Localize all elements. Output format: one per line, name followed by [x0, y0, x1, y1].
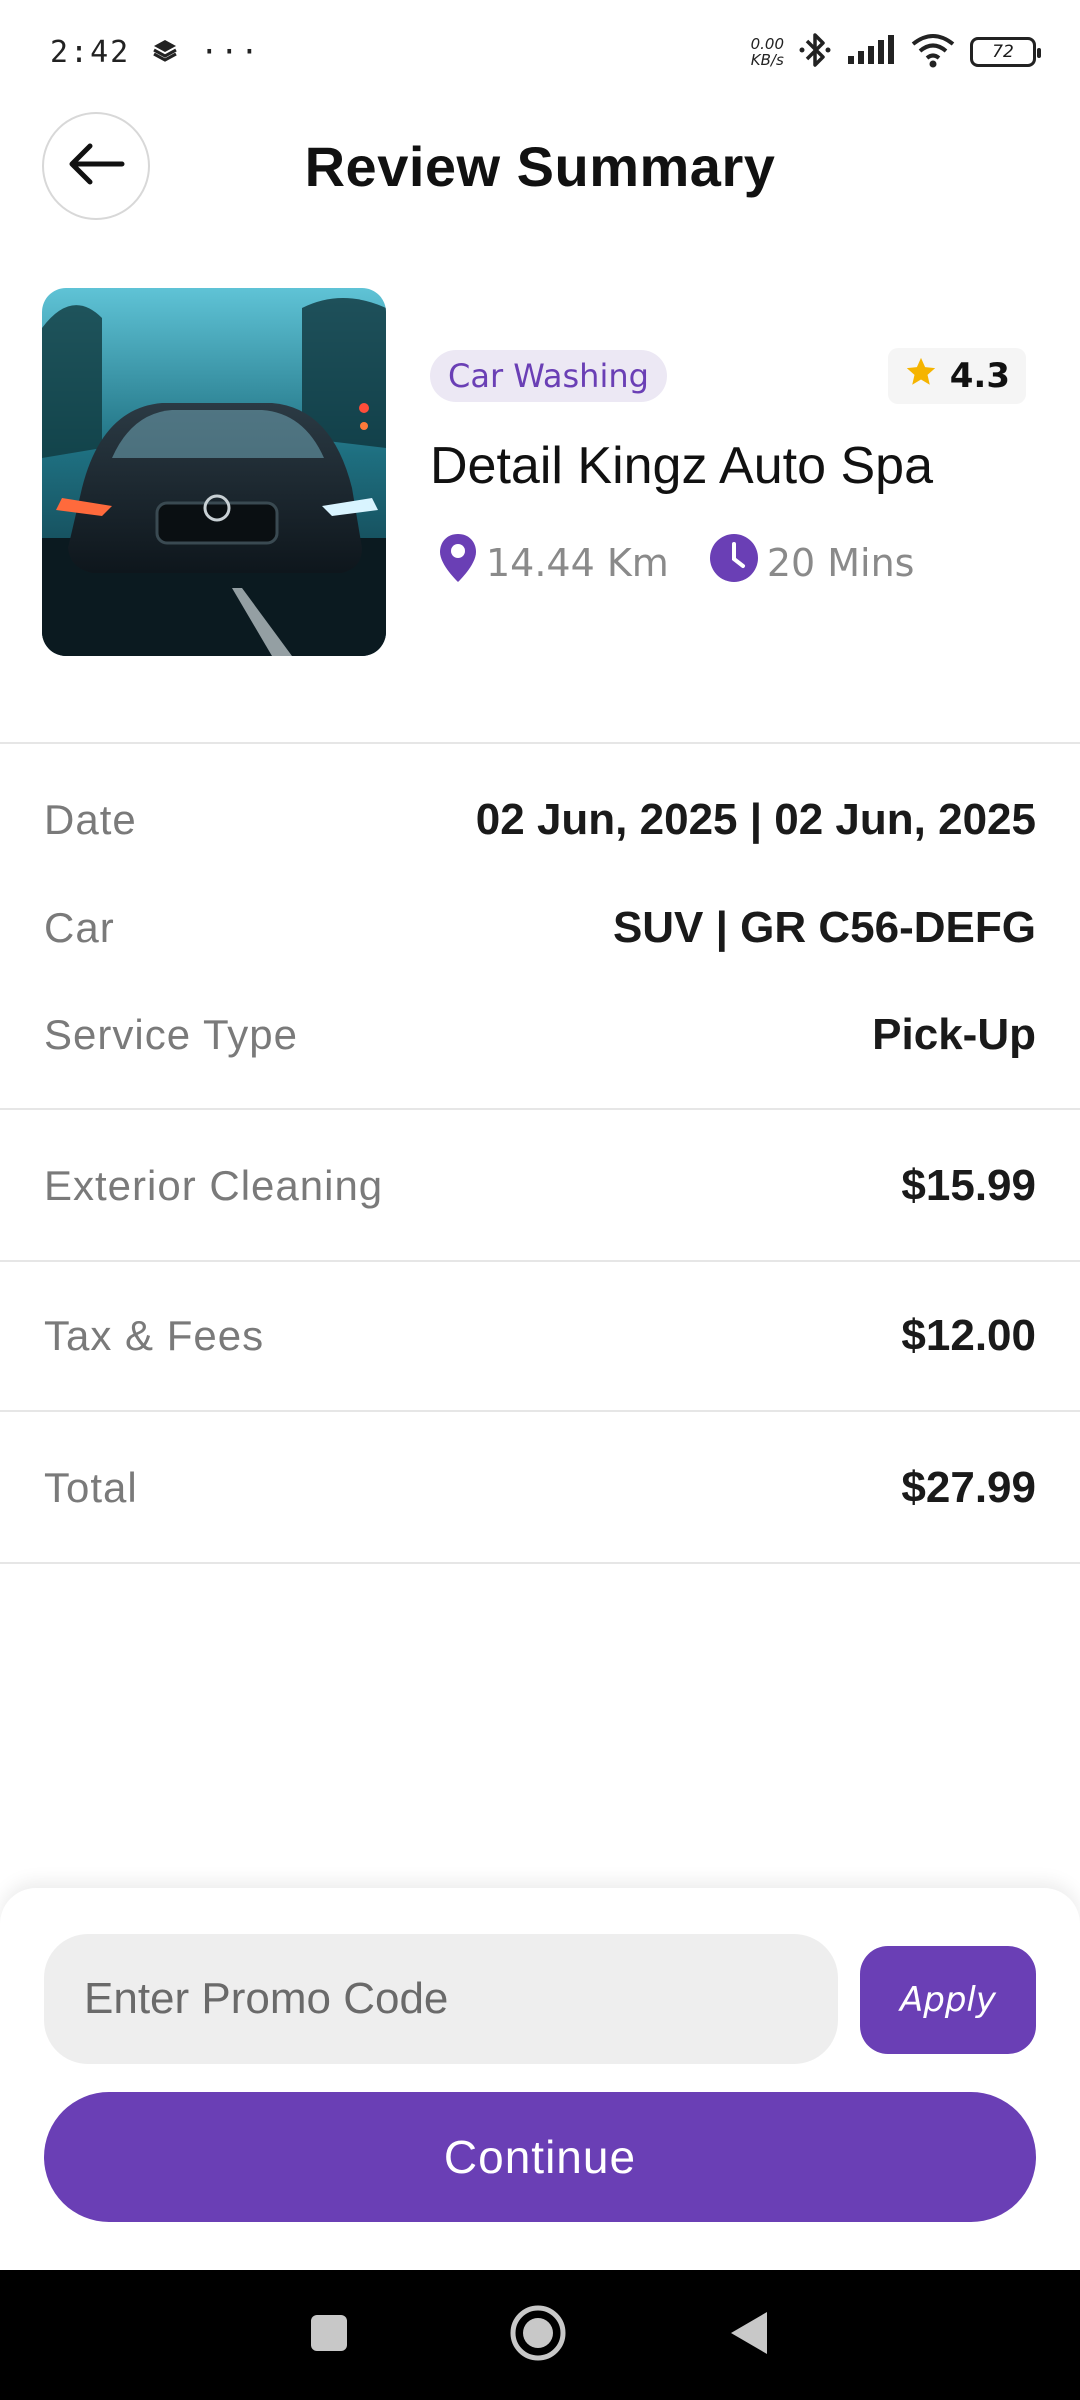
- detail-row-date: Date 02 Jun, 2025 | 02 Jun, 2025: [44, 790, 1036, 850]
- net-speed: 0.00 KB/s: [751, 36, 784, 68]
- rating-badge: 4.3: [887, 348, 1026, 404]
- status-bar: 2:42 ··· 0.00 KB/s 72: [0, 0, 1080, 104]
- service-type-label: Service Type: [44, 1011, 299, 1058]
- net-speed-value: 0.00: [750, 35, 784, 53]
- divider: [0, 742, 1080, 744]
- status-left: 2:42 ···: [50, 35, 260, 70]
- page-title: Review Summary: [304, 135, 776, 198]
- star-icon: [904, 355, 938, 398]
- charge-row-tax-fees: Tax & Fees $12.00: [44, 1306, 1036, 1366]
- detail-row-service-type: Service Type Pick-Up: [44, 1005, 1036, 1065]
- total-value: $27.99: [901, 1463, 1036, 1512]
- net-speed-unit: KB/s: [750, 51, 784, 69]
- clock-icon: [709, 533, 759, 592]
- duration-value: 20 Mins: [766, 540, 915, 585]
- service-name: Detail Kingz Auto Spa: [430, 437, 933, 495]
- promo-code-input[interactable]: [44, 1934, 838, 2064]
- charge-row-total: Total $27.99: [44, 1458, 1036, 1518]
- detail-row-car: Car SUV | GR C56-DEFG: [44, 898, 1036, 958]
- divider: [0, 1410, 1080, 1412]
- charge-row-exterior-cleaning: Exterior Cleaning $15.99: [44, 1156, 1036, 1216]
- date-value: 02 Jun, 2025 | 02 Jun, 2025: [475, 795, 1036, 844]
- signal-icon: [846, 34, 896, 70]
- rating-value: 4.3: [949, 356, 1010, 396]
- apply-button[interactable]: Apply: [860, 1946, 1036, 2054]
- status-time: 2:42: [50, 34, 131, 70]
- divider: [0, 1260, 1080, 1262]
- recents-button[interactable]: [309, 2313, 349, 2357]
- system-nav-bar: [0, 2270, 1080, 2400]
- wifi-icon: [910, 32, 956, 72]
- service-meta: 14.44 Km 20 Mins: [438, 532, 914, 593]
- exterior-cleaning-value: $15.99: [901, 1161, 1036, 1210]
- car-value: SUV | GR C56-DEFG: [612, 903, 1036, 952]
- continue-button[interactable]: Continue: [44, 2092, 1036, 2222]
- tax-fees-value: $12.00: [901, 1311, 1036, 1360]
- service-card[interactable]: Car Washing 4.3 Detail Kingz Auto Spa 14…: [42, 288, 1038, 656]
- back-nav-button[interactable]: [727, 2309, 771, 2361]
- exterior-cleaning-label: Exterior Cleaning: [44, 1162, 384, 1209]
- location-pin-icon: [438, 532, 478, 593]
- header: Review Summary: [0, 104, 1080, 230]
- status-right: 0.00 KB/s 72: [751, 31, 1041, 73]
- car-label: Car: [44, 904, 115, 951]
- tax-fees-label: Tax & Fees: [44, 1312, 265, 1359]
- divider: [0, 1562, 1080, 1564]
- service-type-value: Pick-Up: [872, 1010, 1036, 1059]
- home-button[interactable]: [509, 2304, 567, 2366]
- layers-icon: [152, 35, 178, 70]
- battery-icon: 72: [970, 37, 1041, 67]
- date-label: Date: [44, 796, 137, 843]
- category-tag: Car Washing: [430, 350, 667, 402]
- duration: 20 Mins: [709, 533, 915, 592]
- bluetooth-icon: [798, 31, 832, 73]
- service-image: [42, 288, 386, 656]
- distance-value: 14.44 Km: [486, 540, 669, 585]
- divider: [0, 1108, 1080, 1110]
- battery-level: 72: [992, 42, 1014, 62]
- bottom-sheet: Apply Continue: [0, 1888, 1080, 2270]
- more-notifications-icon: ···: [200, 34, 261, 70]
- distance: 14.44 Km: [438, 532, 669, 593]
- total-label: Total: [44, 1464, 138, 1511]
